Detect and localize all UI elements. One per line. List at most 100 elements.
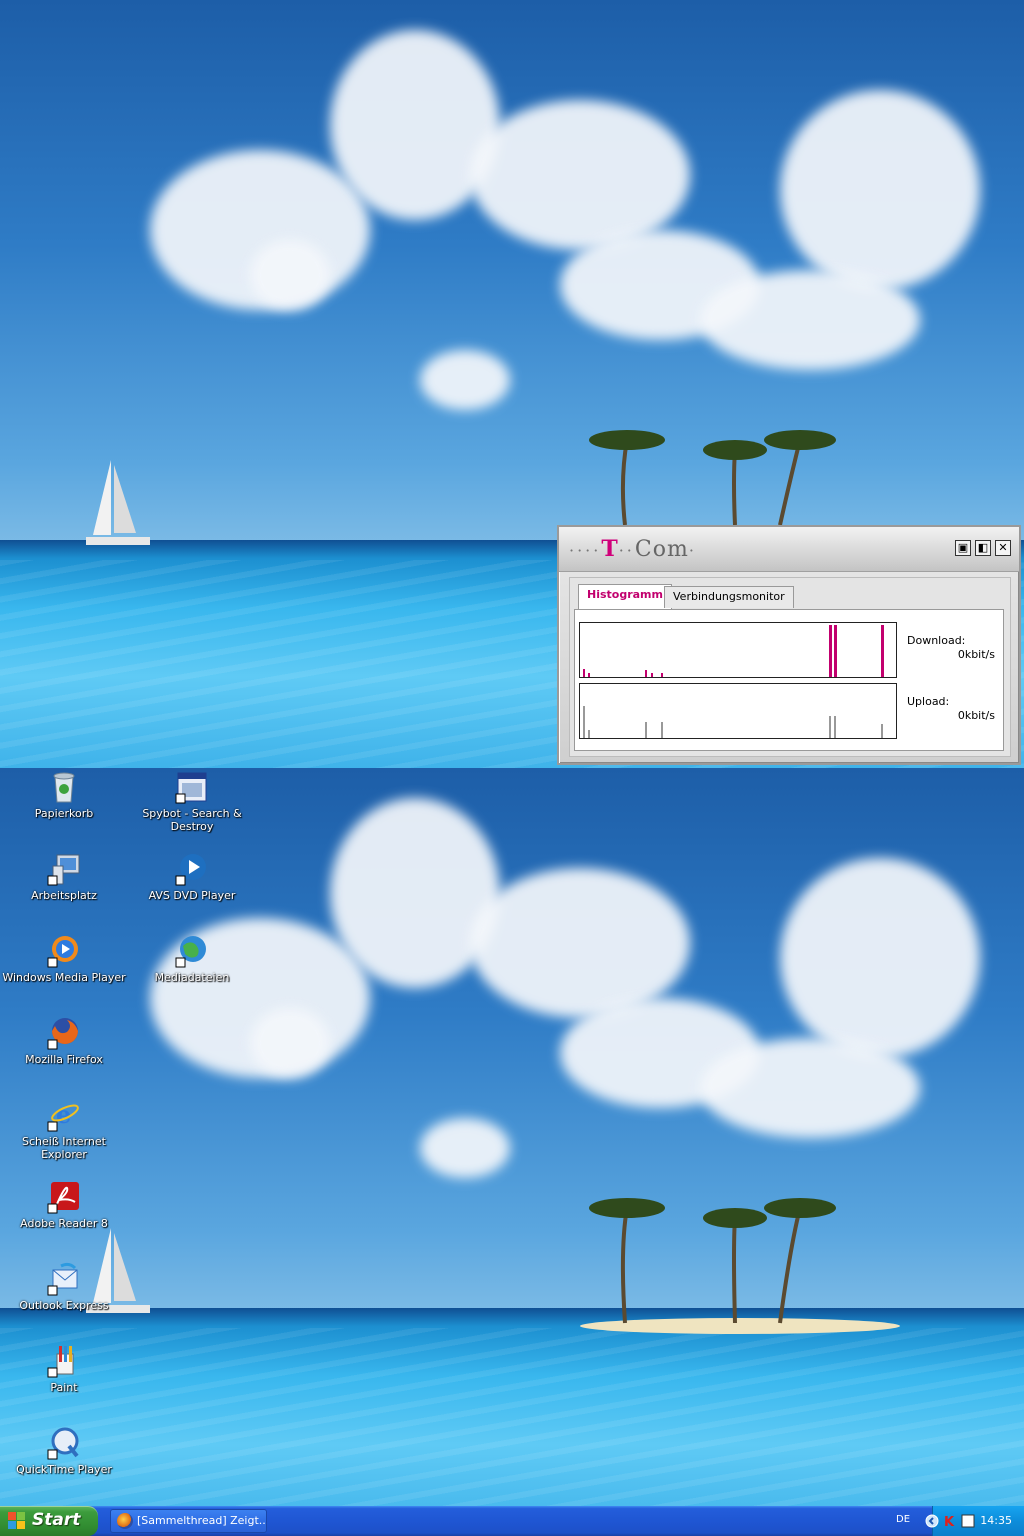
logo-t: T xyxy=(601,536,619,562)
download-label: Download: xyxy=(907,634,966,647)
paint-icon xyxy=(47,1346,74,1378)
desktop-icon-paint[interactable]: Paint xyxy=(2,1344,126,1394)
logo-dots: ·· xyxy=(618,541,635,560)
cloud xyxy=(470,868,690,1018)
cloud xyxy=(250,1008,330,1078)
logo-dots: · xyxy=(688,541,697,560)
tray-window-icon[interactable] xyxy=(961,1514,975,1528)
logo-text: Com xyxy=(634,537,689,562)
monitor-button[interactable]: ▣ xyxy=(955,540,971,556)
cloud xyxy=(780,90,980,290)
tray-expand-icon[interactable] xyxy=(925,1514,939,1528)
sailboat xyxy=(86,460,150,545)
system-tray: K 14:35 xyxy=(925,1506,1024,1536)
tcom-body: Histogramm Verbindungsmonitor Download: … xyxy=(569,577,1011,757)
desktop-icon-arbeitsplatz[interactable]: Arbeitsplatz xyxy=(2,852,126,902)
svg-text:e: e xyxy=(56,1100,71,1129)
tcom-logo: ····T··Com· xyxy=(569,536,697,562)
icon-label: Spybot - Search & Destroy xyxy=(142,807,242,833)
upload-graph xyxy=(579,683,897,739)
download-bar xyxy=(588,673,590,677)
icon-label: Mozilla Firefox xyxy=(25,1053,103,1066)
download-bar xyxy=(829,625,832,677)
close-button[interactable]: ✕ xyxy=(995,540,1011,556)
desktop-icon-adobe-reader[interactable]: Adobe Reader 8 xyxy=(2,1180,126,1230)
upload-bar xyxy=(834,716,836,738)
cloud xyxy=(700,1038,920,1138)
histogram-panel: Download: 0kbit/s Upload: 0kbit/s xyxy=(574,609,1004,751)
language-indicator[interactable]: DE xyxy=(896,1514,910,1525)
upload-bar xyxy=(645,722,647,738)
firefox-icon xyxy=(47,1018,78,1050)
close-icon: ✕ xyxy=(998,541,1008,554)
desktop-icon-mozilla-firefox[interactable]: Mozilla Firefox xyxy=(2,1016,126,1066)
start-button[interactable]: Start xyxy=(0,1506,98,1536)
quicktime-icon xyxy=(47,1427,79,1460)
palm-trees xyxy=(589,430,836,526)
download-value: 0kbit/s xyxy=(957,648,995,661)
desktop-icon-spybot[interactable]: Spybot - Search & Destroy xyxy=(130,770,254,833)
icon-label: Arbeitsplatz xyxy=(31,889,97,902)
taskbar-window-button[interactable]: [Sammelthread] Zeigt... xyxy=(110,1509,267,1533)
internet-explorer-icon: e xyxy=(47,1100,79,1132)
icon-label: QuickTime Player xyxy=(16,1463,112,1476)
cloud xyxy=(700,270,920,370)
taskbar-window-label: [Sammelthread] Zeigt... xyxy=(137,1514,267,1527)
icon-label: Papierkorb xyxy=(34,807,94,820)
spybot-icon xyxy=(175,772,207,804)
download-bar xyxy=(583,669,585,677)
upload-bar xyxy=(583,706,585,738)
icon-label: Paint xyxy=(50,1381,78,1394)
icon-label: Windows Media Player xyxy=(2,971,126,984)
icon-label: Outlook Express xyxy=(19,1299,109,1312)
upload-bar xyxy=(829,716,831,738)
desktop-icon-outlook-express[interactable]: Outlook Express xyxy=(2,1262,126,1312)
windows-logo-icon xyxy=(8,1512,25,1529)
desktop-icon-avs-dvd-player[interactable]: AVS DVD Player xyxy=(130,852,254,902)
cloud xyxy=(470,100,690,250)
upload-graph-svg xyxy=(583,706,883,738)
restore-button[interactable]: ◧ xyxy=(975,540,991,556)
taskbar: Start [Sammelthread] Zeigt... DE K 14:35 xyxy=(0,1506,1024,1536)
monitor-icon: ▣ xyxy=(957,541,969,554)
firefox-icon xyxy=(117,1513,133,1529)
download-bar xyxy=(661,673,663,677)
outlook-express-icon xyxy=(47,1262,78,1296)
download-graph xyxy=(579,622,897,678)
download-bar xyxy=(645,670,647,677)
icon-label: Scheiß Internet Explorer xyxy=(22,1135,106,1161)
restore-icon: ◧ xyxy=(977,541,989,554)
my-computer-icon xyxy=(47,854,80,886)
clock[interactable]: 14:35 xyxy=(980,1514,1012,1527)
antivirus-icon[interactable]: K xyxy=(943,1514,957,1528)
cloud xyxy=(420,350,510,410)
upload-bar xyxy=(588,730,590,738)
tcom-widget[interactable]: ····T··Com· ▣ ◧ ✕ Histogramm Verbindungs… xyxy=(557,525,1021,765)
desktop-icon-internet-explorer[interactable]: e Scheiß Internet Explorer xyxy=(2,1098,126,1161)
download-bar xyxy=(881,625,884,677)
icon-label: AVS DVD Player xyxy=(148,889,236,902)
tcom-titlebar[interactable]: ····T··Com· ▣ ◧ ✕ xyxy=(559,527,1019,572)
avs-dvd-player-icon xyxy=(175,854,206,886)
desktop-icon-mediadateien[interactable]: Mediadateien xyxy=(130,934,254,984)
upload-bar xyxy=(661,722,663,738)
media-files-icon xyxy=(175,936,206,968)
svg-text:K: K xyxy=(944,1515,955,1528)
icon-label: Mediadateien xyxy=(154,971,230,984)
tab-verbindungsmonitor[interactable]: Verbindungsmonitor xyxy=(664,586,794,608)
download-graph-svg xyxy=(583,625,884,677)
cloud xyxy=(780,858,980,1058)
tab-histogramm[interactable]: Histogramm xyxy=(578,584,672,610)
upload-label: Upload: xyxy=(907,695,950,708)
recycle-bin-icon xyxy=(53,772,75,803)
windows-media-player-icon xyxy=(47,936,78,968)
logo-dots: ···· xyxy=(569,541,602,560)
palm-island xyxy=(580,1198,900,1334)
upload-value: 0kbit/s xyxy=(957,709,995,722)
cloud xyxy=(250,240,330,310)
desktop-icon-papierkorb[interactable]: Papierkorb xyxy=(2,770,126,820)
desktop-icon-windows-media-player[interactable]: Windows Media Player xyxy=(2,934,126,984)
start-label: Start xyxy=(32,1510,81,1530)
cloud xyxy=(420,1118,510,1178)
desktop-icon-quicktime[interactable]: QuickTime Player xyxy=(2,1426,126,1476)
